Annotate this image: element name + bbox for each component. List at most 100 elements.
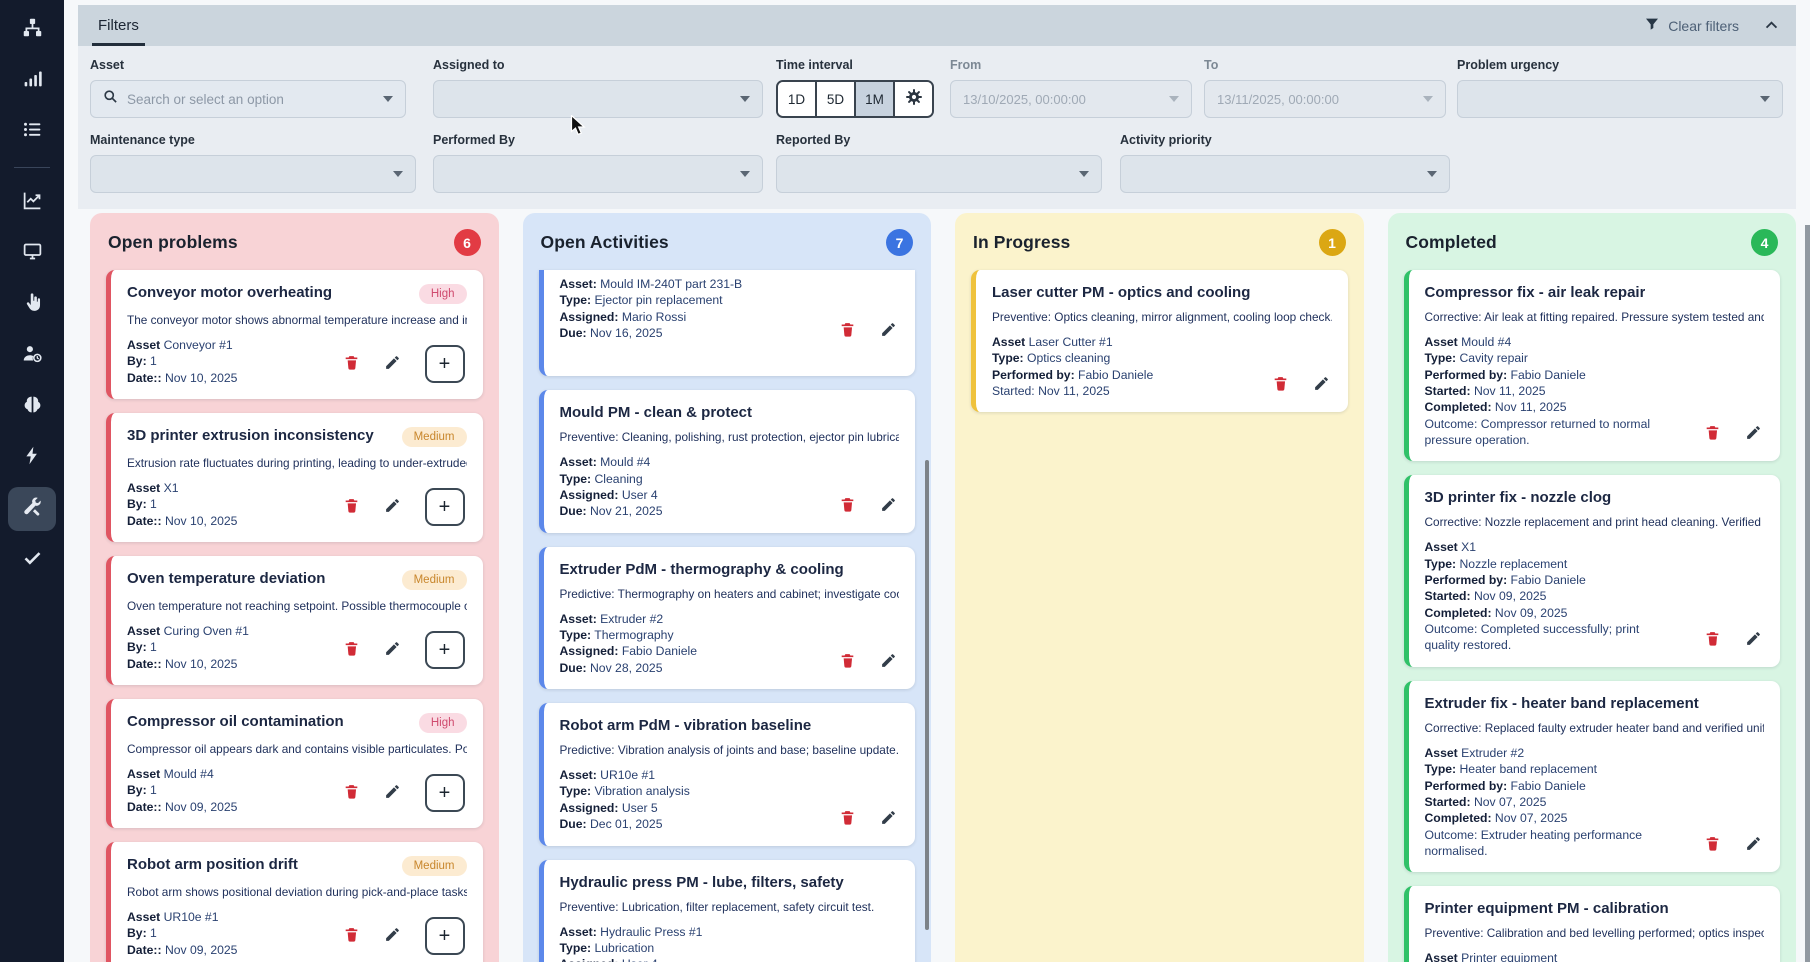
pencil-icon bbox=[880, 496, 897, 516]
delete-button[interactable] bbox=[1704, 629, 1721, 651]
sidebar-item-actions[interactable] bbox=[8, 283, 56, 327]
trash-icon bbox=[343, 353, 360, 375]
edit-button[interactable] bbox=[880, 496, 897, 516]
edit-button[interactable] bbox=[384, 640, 401, 660]
completed-card[interactable]: Compressor fix - air leak repair Correct… bbox=[1404, 270, 1781, 461]
problem-card[interactable]: Conveyor motor overheatingHigh The conve… bbox=[106, 270, 483, 399]
delete-button[interactable] bbox=[839, 808, 856, 830]
completed-card[interactable]: Extruder fix - heater band replacement C… bbox=[1404, 681, 1781, 872]
field-label: Asset bbox=[1425, 540, 1458, 554]
interval-1m-button[interactable]: 1M bbox=[856, 82, 895, 116]
delete-button[interactable] bbox=[343, 496, 360, 518]
field-value: Fabio Daniele bbox=[1511, 779, 1586, 793]
activity-card[interactable]: Asset: Mould IM-240T part 231-B Type: Ej… bbox=[539, 270, 916, 376]
edit-button[interactable] bbox=[1313, 375, 1330, 395]
add-activity-button[interactable]: + bbox=[425, 345, 465, 383]
field-label: Date:: bbox=[127, 371, 162, 385]
edit-button[interactable] bbox=[880, 652, 897, 672]
sidebar-item-operators[interactable] bbox=[8, 334, 56, 378]
problem-card[interactable]: 3D printer extrusion inconsistencyMedium… bbox=[106, 413, 483, 542]
page-scrollbar[interactable] bbox=[1805, 225, 1810, 962]
edit-button[interactable] bbox=[880, 321, 897, 341]
activity-priority-dropdown[interactable] bbox=[1120, 155, 1450, 193]
edit-button[interactable] bbox=[384, 354, 401, 374]
field-label: Outcome: bbox=[1425, 417, 1478, 431]
add-activity-button[interactable]: + bbox=[425, 631, 465, 669]
interval-1d-button[interactable]: 1D bbox=[778, 82, 817, 116]
asset-combobox[interactable] bbox=[90, 80, 406, 118]
delete-button[interactable] bbox=[1272, 374, 1289, 396]
delete-button[interactable] bbox=[343, 639, 360, 661]
interval-5d-label: 5D bbox=[827, 92, 844, 107]
add-activity-button[interactable]: + bbox=[425, 917, 465, 955]
gear-icon bbox=[906, 89, 922, 110]
edit-button[interactable] bbox=[1745, 630, 1762, 650]
delete-button[interactable] bbox=[839, 495, 856, 517]
sidebar-item-ai[interactable] bbox=[8, 385, 56, 429]
bolt-icon bbox=[22, 445, 43, 471]
completed-card[interactable]: 3D printer fix - nozzle clog Corrective:… bbox=[1404, 475, 1781, 666]
to-datetime-input[interactable]: 13/11/2025, 00:00:00 bbox=[1204, 80, 1446, 118]
interval-5d-button[interactable]: 5D bbox=[817, 82, 856, 116]
add-activity-button[interactable]: + bbox=[425, 774, 465, 812]
problem-card[interactable]: Compressor oil contaminationHigh Compres… bbox=[106, 699, 483, 828]
delete-button[interactable] bbox=[1704, 423, 1721, 445]
maintenance-type-dropdown[interactable] bbox=[90, 155, 416, 193]
trash-icon bbox=[839, 651, 856, 673]
column-in-progress: In Progress 1 Laser cutter PM - optics a… bbox=[955, 213, 1364, 962]
activity-card[interactable]: Extruder PdM - thermography & cooling Pr… bbox=[539, 547, 916, 689]
field-label: Type: bbox=[1425, 557, 1457, 571]
in-progress-card[interactable]: Laser cutter PM - optics and cooling Pre… bbox=[971, 270, 1348, 412]
from-datetime-input[interactable]: 13/10/2025, 00:00:00 bbox=[950, 80, 1192, 118]
problem-card[interactable]: Robot arm position driftMedium Robot arm… bbox=[106, 842, 483, 962]
from-label: From bbox=[950, 58, 1192, 72]
delete-button[interactable] bbox=[343, 353, 360, 375]
chevron-down-icon bbox=[1423, 96, 1433, 102]
problem-urgency-dropdown[interactable] bbox=[1457, 80, 1783, 118]
sidebar-item-trends[interactable] bbox=[8, 181, 56, 225]
interval-settings-button[interactable] bbox=[895, 82, 932, 116]
activities-scrollbar[interactable] bbox=[925, 460, 929, 930]
sidebar-item-maintenance[interactable] bbox=[8, 487, 56, 531]
completed-card[interactable]: Printer equipment PM - calibration Preve… bbox=[1404, 886, 1781, 962]
edit-button[interactable] bbox=[1745, 424, 1762, 444]
add-activity-button[interactable]: + bbox=[425, 488, 465, 526]
sidebar-item-analytics[interactable] bbox=[8, 59, 56, 103]
activity-card[interactable]: Hydraulic press PM - lube, filters, safe… bbox=[539, 860, 916, 962]
asset-search-input[interactable] bbox=[127, 92, 374, 107]
field-value: Heater band replacement bbox=[1460, 762, 1598, 776]
funnel-icon bbox=[1644, 16, 1660, 35]
count-badge: 4 bbox=[1751, 229, 1778, 256]
tab-filters[interactable]: Filters bbox=[92, 5, 145, 46]
delete-button[interactable] bbox=[343, 925, 360, 947]
sidebar-item-list[interactable] bbox=[8, 110, 56, 154]
problem-card[interactable]: Oven temperature deviationMedium Oven te… bbox=[106, 556, 483, 685]
assigned-to-dropdown[interactable] bbox=[433, 80, 763, 118]
edit-button[interactable] bbox=[384, 926, 401, 946]
activity-card[interactable]: Robot arm PdM - vibration baseline Predi… bbox=[539, 703, 916, 845]
performed-by-dropdown[interactable] bbox=[433, 155, 763, 193]
signal-bars-icon bbox=[22, 68, 43, 94]
delete-button[interactable] bbox=[839, 651, 856, 673]
sidebar-item-monitoring[interactable] bbox=[8, 232, 56, 276]
sidebar-item-energy[interactable] bbox=[8, 436, 56, 480]
delete-button[interactable] bbox=[839, 320, 856, 342]
field-value: User 4 bbox=[622, 957, 658, 962]
activity-card[interactable]: Mould PM - clean & protect Preventive: C… bbox=[539, 390, 916, 532]
field-label: Asset: bbox=[560, 277, 597, 291]
card-description: Compressor oil appears dark and contains… bbox=[127, 742, 467, 756]
clear-filters-button[interactable]: Clear filters bbox=[1644, 16, 1739, 35]
sidebar-item-tasks[interactable] bbox=[8, 538, 56, 582]
edit-button[interactable] bbox=[880, 809, 897, 829]
edit-button[interactable] bbox=[1745, 835, 1762, 855]
performed-by-label: Performed By bbox=[433, 133, 763, 147]
edit-button[interactable] bbox=[384, 497, 401, 517]
reported-by-dropdown[interactable] bbox=[776, 155, 1102, 193]
collapse-filters-button[interactable] bbox=[1763, 17, 1780, 34]
pencil-icon bbox=[880, 321, 897, 341]
delete-button[interactable] bbox=[343, 782, 360, 804]
sidebar-item-hierarchy[interactable] bbox=[8, 8, 56, 52]
delete-button[interactable] bbox=[1704, 834, 1721, 856]
field-value: Nov 09, 2025 bbox=[165, 800, 238, 814]
edit-button[interactable] bbox=[384, 783, 401, 803]
